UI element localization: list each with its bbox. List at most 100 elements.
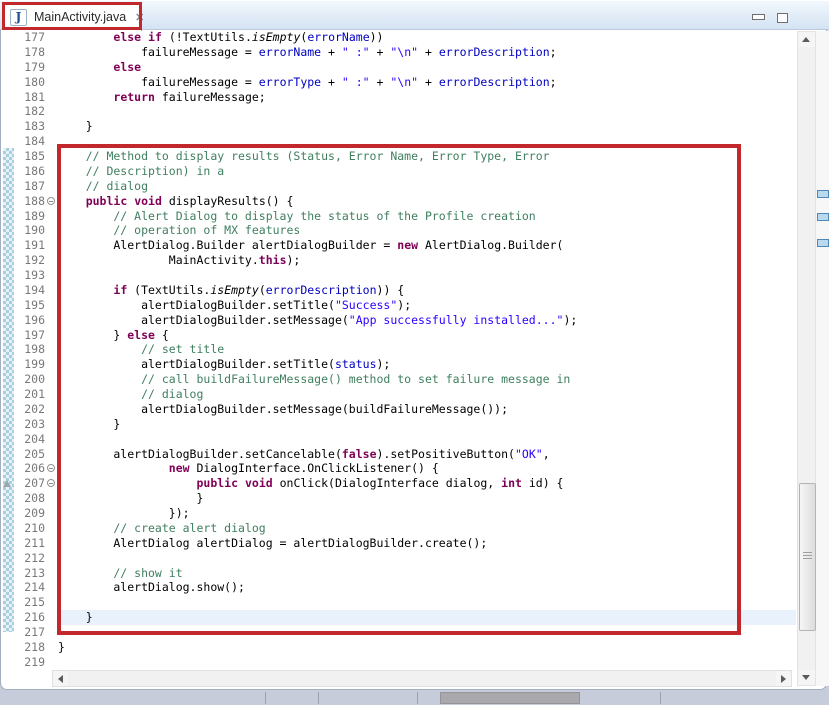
diff-gutter-cell [0,610,16,625]
code-text[interactable]: failureMessage = errorName + " :" + "\n"… [58,45,796,60]
line-number: 184 [16,134,45,149]
diff-gutter-cell [0,447,16,462]
diff-gutter-cell [0,536,16,551]
fold-gutter-cell [45,90,58,105]
diff-gutter-cell [0,640,16,655]
diff-gutter-cell [0,566,16,581]
line-number: 216 [16,610,45,625]
scroll-left-arrow-icon[interactable] [53,671,68,686]
scroll-down-arrow-icon[interactable] [798,670,815,685]
code-text[interactable] [58,655,796,670]
diff-gutter-cell [0,90,16,105]
diff-gutter-cell [0,491,16,506]
divider [318,692,319,704]
overview-annotation-marker[interactable] [817,239,829,247]
overview-ruler[interactable] [816,31,829,686]
diff-gutter-cell [0,625,16,640]
vertical-scrollbar[interactable] [797,31,816,686]
line-number: 188 [16,194,45,209]
code-text[interactable]: } [58,119,796,134]
line-number: 180 [16,75,45,90]
line-number: 185 [16,149,45,164]
diff-gutter-cell [0,461,16,476]
collapse-icon[interactable]: − [47,197,55,205]
diff-gutter-cell [0,595,16,610]
diff-gutter-cell [0,268,16,283]
code-text[interactable]: else if (!TextUtils.isEmpty(errorName)) [58,30,796,45]
line-number: 194 [16,283,45,298]
collapse-icon[interactable]: − [47,464,55,472]
line-number: 203 [16,417,45,432]
code-line[interactable]: 182 [0,104,796,119]
bottom-bar-segment [440,692,580,704]
line-number: 206 [16,461,45,476]
line-number: 219 [16,655,45,670]
line-number: 214 [16,580,45,595]
vertical-scrollbar-thumb[interactable] [799,483,816,631]
diff-gutter-cell [0,149,16,164]
line-number: 196 [16,313,45,328]
diff-gutter-cell [0,238,16,253]
line-number: 199 [16,357,45,372]
overview-annotation-marker[interactable] [817,213,829,221]
code-line[interactable]: 180 failureMessage = errorType + " :" + … [0,75,796,90]
line-number: 201 [16,387,45,402]
divider [265,692,266,704]
scroll-up-arrow-icon[interactable] [798,32,815,47]
diff-gutter-cell [0,417,16,432]
line-number: 181 [16,90,45,105]
fold-gutter-cell [45,75,58,90]
overview-annotation-marker[interactable] [817,190,829,198]
line-number: 217 [16,625,45,640]
code-line[interactable]: 181 return failureMessage; [0,90,796,105]
code-text[interactable]: } [58,640,796,655]
line-number: 183 [16,119,45,134]
diff-gutter-cell [0,253,16,268]
diff-gutter-cell [0,75,16,90]
code-text[interactable]: failureMessage = errorType + " :" + "\n"… [58,75,796,90]
line-number: 207 [16,476,45,491]
line-number: 189 [16,209,45,224]
code-text[interactable]: else [58,60,796,75]
diff-gutter-cell [0,104,16,119]
line-number: 200 [16,372,45,387]
line-number: 195 [16,298,45,313]
annotation-box-tab [2,2,142,30]
cropped-bottom-bar [0,691,829,705]
line-number: 186 [16,164,45,179]
line-number: 208 [16,491,45,506]
horizontal-scrollbar[interactable] [52,670,792,687]
diff-gutter-cell [0,223,16,238]
code-line[interactable]: 179 else [0,60,796,75]
code-line[interactable]: 183 } [0,119,796,134]
code-line[interactable]: 178 failureMessage = errorName + " :" + … [0,45,796,60]
diff-gutter-cell [0,283,16,298]
diff-gutter-cell [0,580,16,595]
collapse-icon[interactable]: − [47,479,55,487]
diff-gutter-cell [0,134,16,149]
line-number: 179 [16,60,45,75]
diff-gutter-cell [0,432,16,447]
diff-gutter-cell [0,655,16,670]
minimize-icon[interactable] [752,14,765,20]
override-marker-icon [3,480,11,487]
code-line[interactable]: 177 else if (!TextUtils.isEmpty(errorNam… [0,30,796,45]
line-number: 205 [16,447,45,462]
diff-gutter-cell [0,357,16,372]
diff-gutter-cell [0,298,16,313]
code-text[interactable] [58,104,796,119]
fold-gutter-cell [45,640,58,655]
fold-gutter-cell [45,45,58,60]
diff-gutter-cell [0,194,16,209]
scroll-right-arrow-icon[interactable] [776,671,791,686]
diff-gutter-cell [0,328,16,343]
code-text[interactable]: return failureMessage; [58,90,796,105]
line-number: 215 [16,595,45,610]
fold-gutter-cell [45,119,58,134]
code-line[interactable]: 219 [0,655,796,670]
restore-icon[interactable] [777,13,788,23]
diff-gutter-cell [0,521,16,536]
code-line[interactable]: 218} [0,640,796,655]
line-number: 210 [16,521,45,536]
line-number: 213 [16,566,45,581]
